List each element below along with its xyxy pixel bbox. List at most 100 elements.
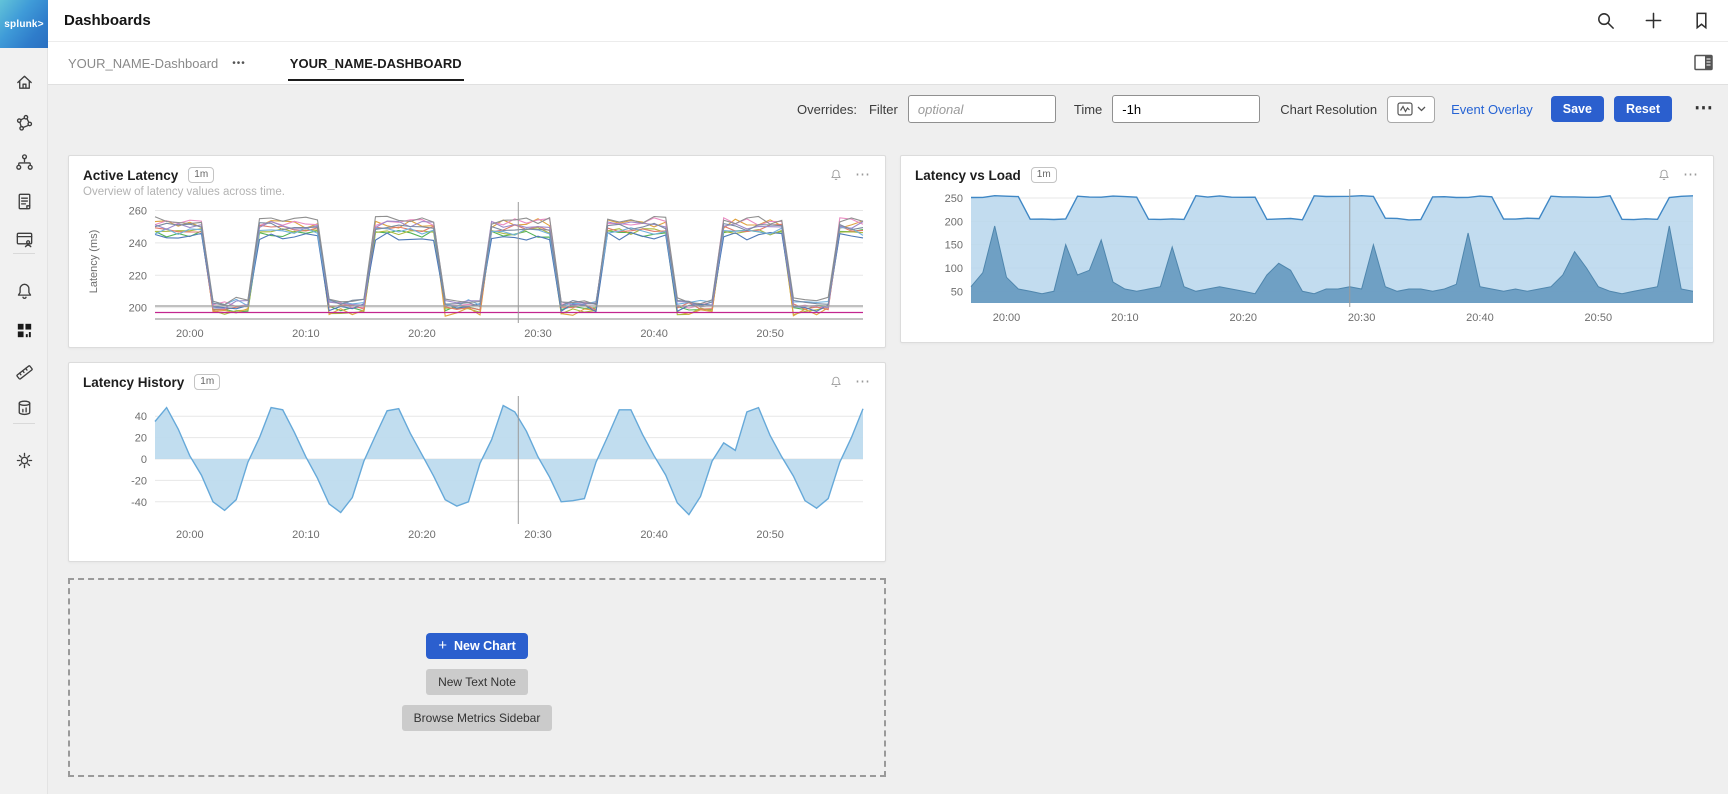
new-chart-label: New Chart <box>454 639 516 653</box>
resolution-chart-icon <box>1397 102 1413 116</box>
tab-your-name-dashboard[interactable]: YOUR_NAME-DASHBOARD <box>288 46 464 81</box>
svg-text:20:00: 20:00 <box>993 312 1021 324</box>
filter-input[interactable] <box>908 95 1056 123</box>
sidebar-item-dashboards[interactable] <box>12 318 36 342</box>
reset-button[interactable]: Reset <box>1614 96 1672 122</box>
svg-text:20: 20 <box>135 433 147 445</box>
log-document-icon <box>14 191 35 212</box>
dashboard-group-name[interactable]: YOUR_NAME-Dashboard <box>68 56 218 71</box>
svg-text:20:40: 20:40 <box>640 328 668 340</box>
time-input[interactable] <box>1112 95 1260 123</box>
plus-icon: + <box>438 641 447 651</box>
svg-text:20:00: 20:00 <box>176 529 204 541</box>
overrides-label: Overrides: <box>797 102 857 117</box>
active-latency-chart[interactable]: 200 220 240 260 20:00 20:10 20:20 20:30 20:40 20:… <box>83 198 873 345</box>
dashboard-group-menu[interactable]: ••• <box>232 58 246 69</box>
event-overlay-link[interactable]: Event Overlay <box>1451 102 1533 117</box>
save-button[interactable]: Save <box>1551 96 1604 122</box>
sidebar-item-rum[interactable] <box>12 227 36 251</box>
alert-bell-icon[interactable] <box>829 375 843 389</box>
sidebar-item-metrics[interactable] <box>12 357 36 381</box>
chart-title: Active Latency <box>83 168 178 183</box>
browser-user-icon <box>14 229 35 250</box>
svg-text:20:40: 20:40 <box>640 529 668 541</box>
svg-text:200: 200 <box>945 216 963 228</box>
chart-resolution-label: Chart Resolution <box>1280 102 1377 117</box>
sidebar-item-datasets[interactable] <box>12 396 36 420</box>
left-nav-rail: splunk> <box>0 0 48 794</box>
chart-subtitle: Overview of latency values across time. <box>69 183 885 198</box>
new-widget-dropzone: + New Chart New Text Note Browse Metrics… <box>68 578 886 777</box>
hierarchy-icon <box>14 152 35 173</box>
svg-text:20:20: 20:20 <box>1229 312 1257 324</box>
chart-menu-dots[interactable]: ⋯ <box>855 378 871 386</box>
card-active-latency: Active Latency 1m ⋯ Overview of latency … <box>68 155 886 348</box>
svg-text:150: 150 <box>945 240 963 252</box>
panel-toggle-icon[interactable] <box>1694 54 1714 72</box>
splunk-logo[interactable]: splunk> <box>0 0 48 48</box>
search-icon[interactable] <box>1595 10 1616 31</box>
chevron-down-icon <box>1417 106 1426 112</box>
svg-text:20:30: 20:30 <box>524 529 552 541</box>
plus-icon[interactable] <box>1643 10 1664 31</box>
app-header: Dashboards <box>48 0 1728 42</box>
dashboard-tab-row: YOUR_NAME-Dashboard ••• YOUR_NAME-DASHBO… <box>48 42 1728 85</box>
svg-text:20:10: 20:10 <box>292 529 320 541</box>
network-graph-icon <box>14 113 35 134</box>
overrides-bar: Overrides: Filter Time Chart Resolution … <box>48 85 1728 133</box>
svg-text:260: 260 <box>129 205 147 217</box>
chart-title: Latency vs Load <box>915 168 1021 183</box>
svg-text:100: 100 <box>945 263 963 275</box>
filter-label: Filter <box>869 102 898 117</box>
bookmark-icon[interactable] <box>1691 10 1712 31</box>
svg-text:200: 200 <box>129 303 147 315</box>
svg-text:250: 250 <box>945 193 963 205</box>
svg-text:20:30: 20:30 <box>1348 312 1376 324</box>
svg-text:-20: -20 <box>131 475 147 487</box>
new-chart-button[interactable]: + New Chart <box>426 633 528 659</box>
dashboard-body: Overrides: Filter Time Chart Resolution … <box>48 85 1728 794</box>
resolution-badge: 1m <box>188 167 214 183</box>
chart-menu-dots[interactable]: ⋯ <box>855 171 871 179</box>
sidebar-item-alerts[interactable] <box>12 279 36 303</box>
svg-text:240: 240 <box>129 238 147 250</box>
sidebar-item-home[interactable] <box>12 70 36 94</box>
gear-icon <box>14 450 35 471</box>
chart-title: Latency History <box>83 375 184 390</box>
svg-text:20:10: 20:10 <box>1111 312 1139 324</box>
resolution-badge: 1m <box>1031 167 1057 183</box>
sidebar-item-settings[interactable] <box>12 448 36 472</box>
sidebar-item-infrastructure[interactable] <box>12 150 36 174</box>
svg-text:Latency (ms): Latency (ms) <box>88 230 100 294</box>
svg-text:20:50: 20:50 <box>756 328 784 340</box>
browse-metrics-sidebar-button[interactable]: Browse Metrics Sidebar <box>402 705 553 731</box>
ruler-icon <box>14 359 35 380</box>
chart-resolution-dropdown[interactable] <box>1387 96 1435 123</box>
svg-text:20:40: 20:40 <box>1466 312 1494 324</box>
svg-text:20:30: 20:30 <box>524 328 552 340</box>
chart-menu-dots[interactable]: ⋯ <box>1683 171 1699 179</box>
bell-icon <box>14 281 35 302</box>
time-label: Time <box>1074 102 1102 117</box>
dashboards-grid-icon <box>14 320 35 341</box>
svg-text:20:10: 20:10 <box>292 328 320 340</box>
new-text-note-button[interactable]: New Text Note <box>426 669 528 695</box>
alert-bell-icon[interactable] <box>1657 168 1671 182</box>
svg-text:20:50: 20:50 <box>1585 312 1613 324</box>
svg-text:20:00: 20:00 <box>176 328 204 340</box>
svg-text:220: 220 <box>129 270 147 282</box>
svg-text:20:20: 20:20 <box>408 328 436 340</box>
sidebar-divider <box>13 253 35 254</box>
home-icon <box>14 72 35 93</box>
svg-text:0: 0 <box>141 454 147 466</box>
resolution-badge: 1m <box>194 374 220 390</box>
alert-bell-icon[interactable] <box>829 168 843 182</box>
card-latency-vs-load: Latency vs Load 1m ⋯ 5010015020025020:00… <box>900 155 1714 343</box>
sidebar-item-log-observer[interactable] <box>12 189 36 213</box>
latency-history-chart[interactable]: 40200-20-4020:0020:1020:2020:3020:4020:5… <box>83 390 873 550</box>
sidebar-item-apm[interactable] <box>12 111 36 135</box>
latency-vs-load-chart[interactable]: 5010015020025020:0020:1020:2020:3020:402… <box>915 183 1701 331</box>
svg-text:20:20: 20:20 <box>408 529 436 541</box>
overrides-more-menu[interactable]: ⋯ <box>1694 104 1714 114</box>
card-latency-history: Latency History 1m ⋯ 40200-20-4020:0020:… <box>68 362 886 562</box>
